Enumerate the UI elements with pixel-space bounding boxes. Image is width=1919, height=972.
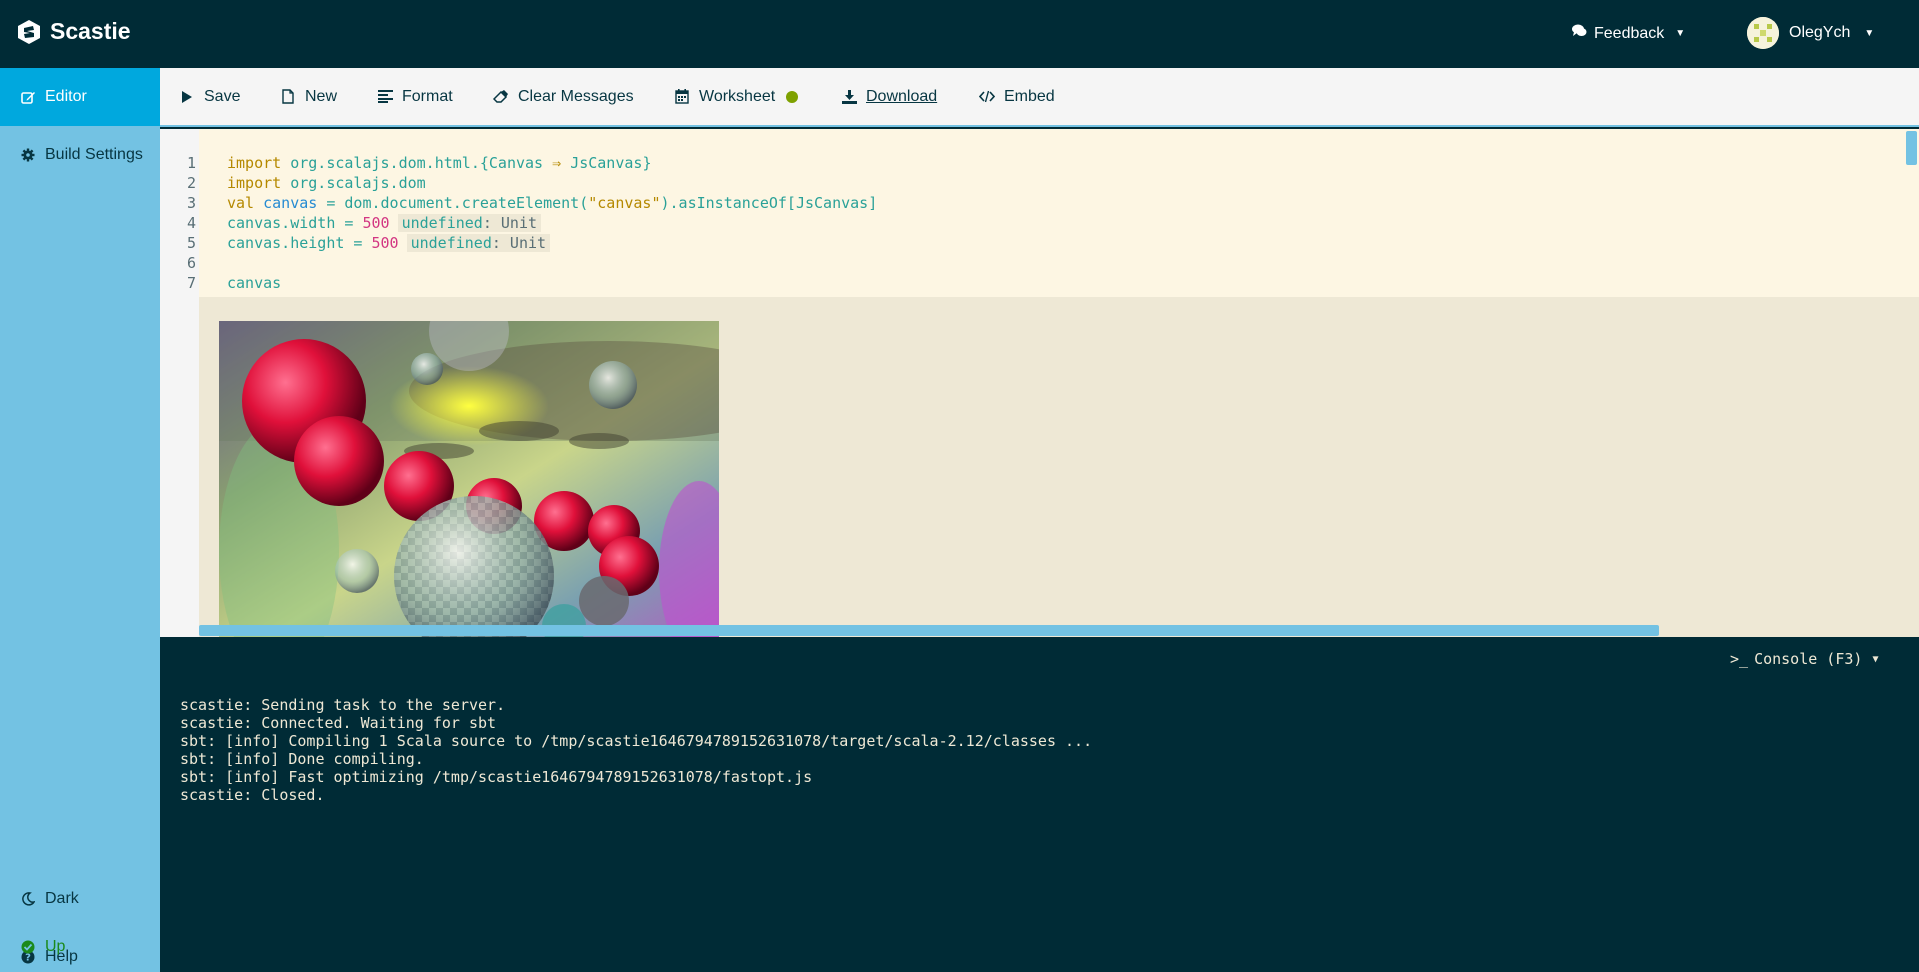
worksheet-label: Worksheet — [699, 87, 776, 105]
scastie-logo-icon — [18, 19, 40, 44]
sidebar-item-label: Editor — [45, 88, 87, 105]
inline-result: undefined: Unit — [397, 214, 542, 232]
line-number: 5 — [186, 234, 196, 252]
code-line[interactable]: 3 val canvas = dom.document.createElement… — [160, 193, 1919, 213]
canvas-output-image — [219, 321, 719, 637]
avatar — [1747, 17, 1779, 49]
code-line[interactable]: 1 import org.scalajs.dom.html.{Canvas ⇒ J… — [160, 153, 1919, 173]
format-label: Format — [402, 87, 453, 105]
console-log: scastie: Sending task to the server. sca… — [180, 696, 1092, 804]
line-number: 3 — [186, 194, 196, 212]
worksheet-toggle[interactable]: Worksheet — [674, 68, 799, 125]
caret-down-icon: ▼ — [1675, 28, 1686, 39]
feedback-dropdown[interactable]: Feedback ▼ — [1572, 24, 1685, 43]
caret-down-icon: ▼ — [1872, 653, 1879, 665]
code-lines[interactable]: 1 import org.scalajs.dom.html.{Canvas ⇒ J… — [160, 153, 1919, 293]
code-editor[interactable]: 1 import org.scalajs.dom.html.{Canvas ⇒ J… — [160, 129, 1919, 637]
save-button[interactable]: Save — [179, 68, 240, 125]
console-panel: >_ Console (F3) ▼ scastie: Sending task … — [160, 640, 1919, 972]
scastie-logo[interactable]: Scastie — [16, 18, 131, 45]
line-number: 2 — [186, 174, 196, 192]
file-icon — [280, 89, 296, 105]
save-label: Save — [204, 87, 241, 105]
user-menu[interactable]: OlegYch ▼ — [1747, 17, 1874, 49]
console-line: scastie: Connected. Waiting for sbt — [180, 714, 497, 732]
console-line: sbt: [info] Fast optimizing /tmp/scastie… — [180, 768, 813, 786]
embed-label: Embed — [1004, 87, 1055, 105]
caret-down-icon: ▼ — [1864, 27, 1875, 39]
code-line[interactable]: 2 import org.scalajs.dom — [160, 173, 1919, 193]
code-text: canvas.width = 500 undefined: Unit — [227, 213, 542, 233]
code-line[interactable]: 7 canvas — [160, 273, 1919, 293]
horizontal-scrollbar[interactable] — [199, 625, 1659, 636]
feedback-label: Feedback — [1594, 24, 1665, 42]
user-name: OlegYch — [1789, 24, 1851, 41]
code-text: import org.scalajs.dom.html.{Canvas ⇒ Js… — [227, 154, 652, 172]
console-line: sbt: [info] Compiling 1 Scala source to … — [180, 732, 1093, 750]
top-bar: Scastie Feedback ▼ OlegYch ▼ — [0, 0, 1919, 68]
console-line: sbt: [info] Done compiling. — [180, 750, 424, 768]
play-icon — [179, 89, 195, 105]
status-label: Up — [45, 938, 66, 955]
code-icon — [979, 89, 995, 105]
code-text: canvas.height = 500 undefined: Unit — [227, 233, 551, 253]
console-toggle-label: Console (F3) — [1754, 650, 1863, 668]
code-text: val canvas = dom.document.createElement(… — [227, 194, 878, 212]
sidebar-item-editor[interactable]: Editor — [0, 68, 160, 126]
sidebar-item-label: Dark — [45, 890, 79, 907]
code-line[interactable]: 5 canvas.height = 500 undefined: Unit — [160, 233, 1919, 253]
calendar-icon — [674, 89, 690, 105]
code-line[interactable]: 6 — [160, 253, 1919, 273]
embed-button[interactable]: Embed — [979, 68, 1055, 125]
sidebar: Editor Build Settings Dark ? Help — [0, 68, 160, 972]
download-label: Download — [866, 87, 938, 105]
download-icon — [841, 89, 857, 105]
terminal-icon: >_ — [1730, 650, 1749, 668]
worksheet-status-dot — [786, 90, 799, 103]
worksheet-output — [199, 297, 1919, 637]
comments-icon — [1572, 24, 1587, 43]
sidebar-item-build-settings[interactable]: Build Settings — [0, 126, 160, 184]
gear-icon — [20, 147, 36, 163]
inline-result: undefined: Unit — [406, 234, 551, 252]
console-line: scastie: Closed. — [180, 786, 325, 804]
line-number: 1 — [186, 154, 196, 172]
align-left-icon — [377, 89, 393, 105]
status-up[interactable]: Up — [0, 918, 160, 972]
moon-icon — [20, 891, 36, 907]
app-name: Scastie — [50, 18, 131, 44]
line-number: 6 — [186, 254, 196, 272]
new-label: New — [305, 87, 338, 105]
sidebar-item-label: Build Settings — [45, 146, 143, 163]
code-line[interactable]: 4 canvas.width = 500 undefined: Unit — [160, 213, 1919, 233]
line-number: 7 — [186, 274, 196, 292]
download-button[interactable]: Download — [841, 68, 937, 125]
console-line: scastie: Sending task to the server. — [180, 696, 506, 714]
editor-toolbar: Save New Format Clear Messages Worksheet… — [160, 68, 1919, 127]
eraser-icon — [493, 89, 509, 105]
line-number: 4 — [186, 214, 196, 232]
vertical-scrollbar[interactable] — [1906, 131, 1917, 165]
check-circle-icon — [20, 939, 36, 955]
clear-messages-button[interactable]: Clear Messages — [493, 68, 634, 125]
edit-icon — [20, 89, 36, 105]
code-text: import org.scalajs.dom — [227, 174, 426, 192]
new-button[interactable]: New — [280, 68, 337, 125]
console-toggle[interactable]: >_ Console (F3) ▼ — [1730, 650, 1878, 668]
code-text: canvas — [227, 274, 282, 292]
clear-messages-label: Clear Messages — [518, 87, 634, 105]
format-button[interactable]: Format — [377, 68, 453, 125]
